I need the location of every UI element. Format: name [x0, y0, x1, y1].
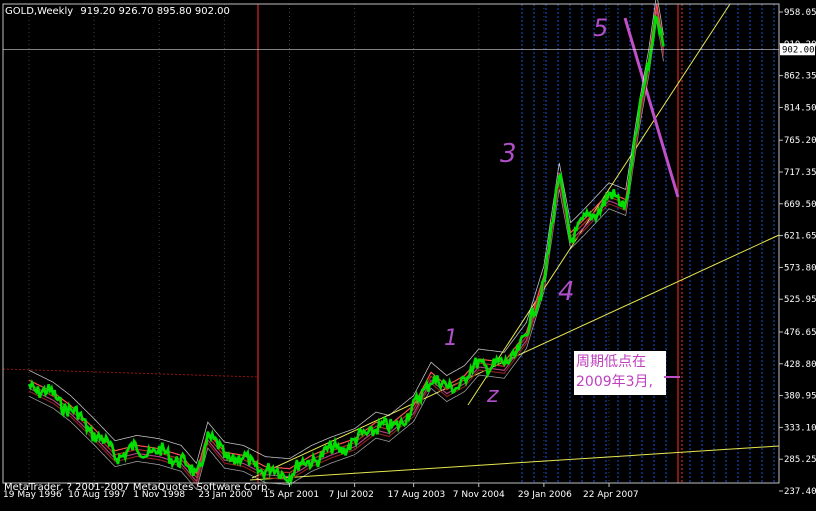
wave-label-5: 5 — [593, 14, 608, 42]
annotation-line2: 2009年3月, — [576, 374, 653, 390]
copyright-label: MetaTrader, ? 2001-2007 MetaQuotes Softw… — [4, 482, 270, 493]
chart-background — [0, 0, 816, 511]
y-tick-label: 285.25 — [784, 455, 816, 465]
y-tick-label: 333.10 — [784, 423, 816, 433]
x-tick-label: 29 Jan 2006 — [518, 490, 572, 500]
wave-label-2: z — [486, 383, 499, 408]
x-tick-label: 15 Apr 2001 — [263, 490, 319, 500]
y-tick-label: 717.35 — [784, 168, 816, 178]
y-tick-label: 814.50 — [784, 103, 816, 113]
y-tick-label: 573.80 — [784, 263, 816, 273]
y-tick-label: 862.35 — [784, 72, 816, 82]
y-tick-label: 476.65 — [784, 328, 816, 338]
x-tick-label: 7 Jul 2002 — [329, 490, 374, 500]
current-price-label: 902.00 — [782, 45, 815, 55]
y-tick-label: 380.95 — [784, 392, 816, 402]
wave-label-3: 3 — [500, 139, 517, 169]
y-tick-label: 237.40 — [784, 487, 816, 497]
x-tick-label: 7 Nov 2004 — [453, 490, 505, 500]
y-tick-label: 621.65 — [784, 232, 816, 242]
x-tick-label: 22 Apr 2007 — [583, 490, 639, 500]
chart-title: GOLD,Weekly 919.20 926.70 895.80 902.00 — [5, 6, 230, 17]
y-tick-label: 525.95 — [784, 295, 816, 305]
y-tick-label: 669.50 — [784, 200, 816, 210]
y-tick-label: 958.05 — [784, 8, 816, 18]
annotation-line1: 周期低点在 — [576, 354, 646, 370]
y-tick-label: 428.80 — [784, 360, 816, 370]
wave-label-1: 1 — [444, 326, 458, 351]
x-tick-label: 17 Aug 2003 — [388, 490, 446, 500]
wave-label-4: 4 — [558, 277, 575, 307]
price-chart: 958.05910.20862.35814.50765.20717.35669.… — [0, 0, 816, 511]
y-tick-label: 765.20 — [784, 136, 816, 146]
